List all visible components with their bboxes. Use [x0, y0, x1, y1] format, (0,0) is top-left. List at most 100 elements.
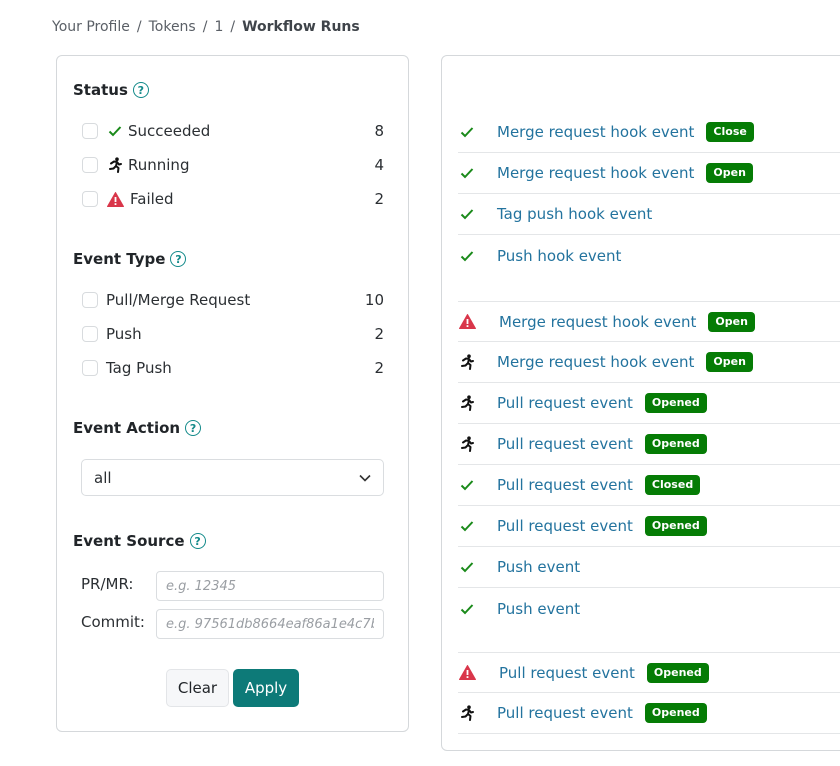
checkbox[interactable] — [82, 326, 98, 342]
run-row[interactable]: Merge request hook event Open — [458, 153, 840, 194]
status-option-failed[interactable]: Failed 2 — [82, 187, 384, 211]
event-type-option-tag-push[interactable]: Tag Push 2 — [82, 356, 384, 380]
option-label: Push — [106, 325, 142, 343]
status-section-title: Status ? — [73, 81, 149, 99]
run-title-link[interactable]: Merge request hook event — [499, 313, 696, 331]
event-action-badge: Opened — [644, 393, 707, 413]
run-row[interactable]: Push event — [458, 547, 840, 588]
event-type-option-push[interactable]: Push 2 — [82, 322, 384, 346]
check-icon — [458, 520, 476, 532]
run-title-link[interactable]: Pull request event — [499, 664, 635, 682]
help-icon[interactable]: ? — [185, 420, 202, 436]
run-title-link[interactable]: Push hook event — [497, 247, 621, 265]
option-label: Running — [128, 156, 190, 174]
run-title-link[interactable]: Merge request hook event — [497, 164, 694, 182]
run-row[interactable]: Merge request hook event Open — [458, 342, 840, 383]
help-icon[interactable]: ? — [132, 82, 149, 98]
pr-mr-input[interactable] — [156, 571, 384, 601]
run-title-link[interactable]: Pull request event — [497, 704, 633, 722]
event-type-section-title: Event Type ? — [73, 250, 187, 268]
check-icon — [458, 561, 476, 573]
event-action-select[interactable]: all — [81, 459, 384, 496]
event-action-badge: Opened — [644, 434, 707, 454]
commit-input[interactable] — [156, 609, 384, 639]
breadcrumb-separator: / — [202, 19, 208, 35]
option-label: Tag Push — [106, 359, 172, 377]
run-title-link[interactable]: Push event — [497, 558, 580, 576]
check-icon — [458, 479, 476, 491]
option-label: Failed — [130, 190, 174, 208]
warning-icon — [458, 314, 476, 329]
breadcrumb-separator: / — [136, 19, 142, 35]
apply-button[interactable]: Apply — [233, 669, 299, 707]
event-action-selected: all — [94, 468, 112, 487]
run-row[interactable]: Merge request hook event Close — [458, 112, 840, 153]
event-source-title: Event Source — [73, 532, 185, 550]
option-count: 2 — [374, 359, 384, 377]
running-icon — [458, 705, 476, 721]
option-count: 4 — [374, 156, 384, 174]
option-label: Succeeded — [128, 122, 211, 140]
event-action-badge: Open — [708, 311, 755, 332]
check-icon — [458, 167, 476, 179]
checkbox[interactable] — [82, 191, 98, 207]
check-icon — [458, 250, 476, 262]
run-row[interactable]: Pull request event Opened — [458, 693, 840, 734]
run-title-link[interactable]: Push event — [497, 600, 580, 618]
run-title-link[interactable]: Pull request event — [497, 394, 633, 412]
running-icon — [458, 436, 476, 452]
run-row[interactable]: Push event — [458, 588, 840, 629]
run-title-link[interactable]: Merge request hook event — [497, 123, 694, 141]
clear-button[interactable]: Clear — [166, 669, 229, 707]
event-action-badge: Closed — [644, 475, 701, 495]
run-title-link[interactable]: Pull request event — [497, 435, 633, 453]
event-action-badge: Opened — [644, 516, 707, 536]
run-row[interactable]: Push hook event — [458, 235, 840, 276]
warning-icon — [106, 191, 124, 207]
checkbox[interactable] — [82, 292, 98, 308]
breadcrumb: Your Profile / Tokens / 1 / Workflow Run… — [52, 19, 360, 35]
event-action-section-title: Event Action ? — [73, 419, 202, 437]
option-count: 10 — [364, 291, 384, 309]
event-type-option-pull-merge[interactable]: Pull/Merge Request 10 — [82, 288, 384, 312]
run-row[interactable]: Pull request event Opened — [458, 506, 840, 547]
run-row[interactable]: Pull request event Closed — [458, 465, 840, 506]
filter-panel: Status ? Succeeded 8 Running 4 Failed 2 … — [56, 55, 409, 732]
breadcrumb-your-profile[interactable]: Your Profile — [52, 19, 130, 35]
help-icon[interactable]: ? — [189, 533, 206, 549]
event-action-title: Event Action — [73, 419, 181, 437]
check-icon — [458, 126, 476, 138]
event-type-title: Event Type — [73, 250, 166, 268]
run-row[interactable]: Merge request hook event Open — [458, 301, 840, 342]
check-icon — [106, 125, 124, 137]
breadcrumb-current: Workflow Runs — [242, 19, 360, 35]
checkbox[interactable] — [82, 360, 98, 376]
warning-icon — [458, 665, 476, 680]
run-row[interactable]: Pull request event Opened — [458, 383, 840, 424]
option-count: 2 — [374, 190, 384, 208]
option-label: Pull/Merge Request — [106, 291, 251, 309]
run-title-link[interactable]: Tag push hook event — [497, 205, 652, 223]
run-title-link[interactable]: Merge request hook event — [497, 353, 694, 371]
pr-mr-label: PR/MR: — [81, 575, 134, 593]
event-action-badge: Close — [706, 122, 754, 142]
run-title-link[interactable]: Pull request event — [497, 517, 633, 535]
check-icon — [458, 208, 476, 220]
help-icon[interactable]: ? — [170, 251, 187, 267]
checkbox[interactable] — [82, 123, 98, 139]
status-option-succeeded[interactable]: Succeeded 8 — [82, 119, 384, 143]
breadcrumb-token-id[interactable]: 1 — [214, 19, 223, 35]
run-title-link[interactable]: Pull request event — [497, 476, 633, 494]
breadcrumb-tokens[interactable]: Tokens — [149, 19, 196, 35]
checkbox[interactable] — [82, 157, 98, 173]
run-row[interactable]: Pull request event Opened — [458, 424, 840, 465]
running-icon — [106, 157, 124, 173]
status-option-running[interactable]: Running 4 — [82, 153, 384, 177]
run-row[interactable]: Tag push hook event — [458, 194, 840, 235]
breadcrumb-separator: / — [230, 19, 236, 35]
status-title: Status — [73, 81, 128, 99]
running-icon — [458, 354, 476, 370]
event-source-section-title: Event Source ? — [73, 532, 206, 550]
run-row[interactable]: Pull request event Opened — [458, 652, 840, 693]
option-count: 2 — [374, 325, 384, 343]
